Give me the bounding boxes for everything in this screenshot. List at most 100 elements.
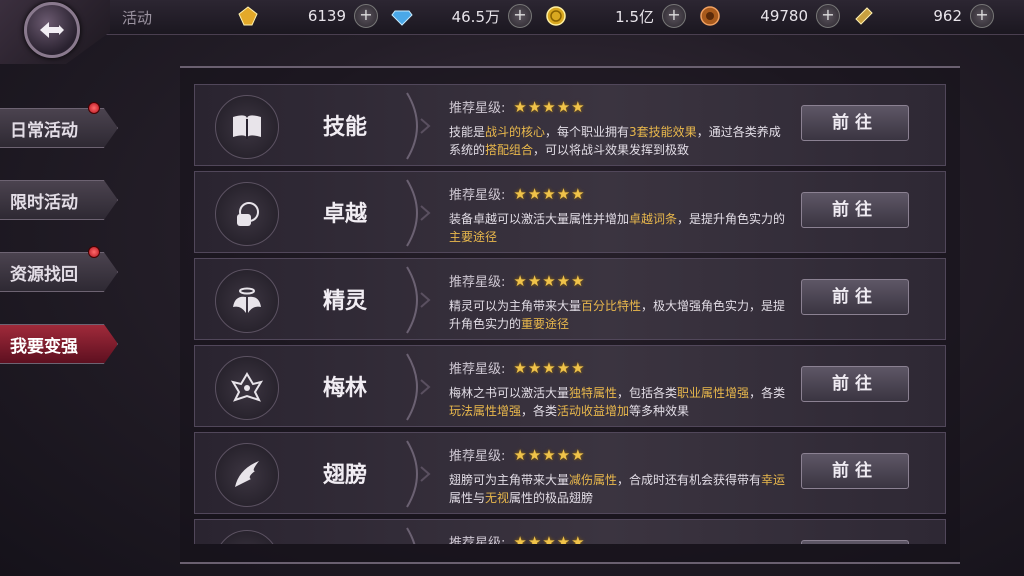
feature-row: 技能 推荐星级: ★★★★★ 技能是战斗的核心，每个职业拥有3套技能效果，通过各类养成… xyxy=(194,84,946,166)
bronze-medal-icon xyxy=(698,4,722,28)
recommend-label: 推荐星级: xyxy=(449,536,506,544)
star-rating-icon: ★★★★★ xyxy=(513,184,586,203)
description-segment: 3套技能效果 xyxy=(629,125,697,139)
go-button[interactable]: 前往 xyxy=(801,540,909,544)
description-segment: 职业属性增强 xyxy=(677,386,750,400)
description-segment: 装备卓越可以激活大量属性并增加 xyxy=(449,212,630,226)
recommend-label: 推荐星级: xyxy=(449,101,506,116)
resource-ticket: 962 + xyxy=(852,4,994,28)
fist-sun-icon xyxy=(215,182,279,246)
recommend-rating: 推荐星级: ★★★★★ xyxy=(449,184,586,204)
red-dot-badge xyxy=(88,102,100,114)
go-button[interactable]: 前往 xyxy=(801,192,909,228)
description-segment: 百分比特性 xyxy=(581,299,642,313)
description-segment: 重要途径 xyxy=(521,317,570,331)
chevron-divider-icon xyxy=(406,353,431,421)
feature-name: 梅林 xyxy=(322,375,367,401)
recommend-label: 推荐星级: xyxy=(449,362,506,377)
recommend-rating: 推荐星级: ★★★★★ xyxy=(449,358,586,378)
red-dot-badge xyxy=(88,246,100,258)
recommend-label: 推荐星级: xyxy=(449,449,506,464)
feature-row: 推荐星级: ★★★★★ 前往 xyxy=(194,519,946,544)
content-panel: 技能 推荐星级: ★★★★★ 技能是战斗的核心，每个职业拥有3套技能效果，通过各类养成… xyxy=(180,66,960,564)
recommend-rating: 推荐星级: ★★★★★ xyxy=(449,97,586,117)
add-gold-coin-button[interactable]: + xyxy=(662,4,686,28)
feature-name: 技能 xyxy=(322,114,367,140)
feature-row: 精灵 推荐星级: ★★★★★ 精灵可以为主角带来大量百分比特性，极大增强角色实力，是提… xyxy=(194,258,946,340)
add-ticket-button[interactable]: + xyxy=(970,4,994,28)
feature-row: 翅膀 推荐星级: ★★★★★ 翅膀可为主角带来大量减伤属性，合成时还有机会获得带有幸运… xyxy=(194,432,946,514)
back-arrow-icon xyxy=(40,22,64,38)
back-button[interactable] xyxy=(24,2,80,58)
description-segment: 梅林之书可以激活大量 xyxy=(449,386,570,400)
recommend-rating: 推荐星级: ★★★★★ xyxy=(449,445,586,465)
blue-diamond-icon xyxy=(390,4,414,28)
description-segment: ，合成时还有机会获得带有 xyxy=(617,473,762,487)
description-segment: 属性与 xyxy=(449,491,486,505)
description-segment: ，每个职业拥有 xyxy=(545,125,630,139)
partial-icon xyxy=(215,530,279,544)
go-button[interactable]: 前往 xyxy=(801,279,909,315)
chevron-divider-icon xyxy=(406,266,431,334)
star-rating-icon: ★★★★★ xyxy=(513,271,586,290)
go-button[interactable]: 前往 xyxy=(801,453,909,489)
go-button[interactable]: 前往 xyxy=(801,105,909,141)
description-segment: ，是提升角色实力的 xyxy=(677,212,786,226)
tab-daily-activity[interactable]: 日常活动 xyxy=(0,108,118,148)
chevron-divider-icon xyxy=(406,527,416,544)
tab-resource-recovery[interactable]: 资源找回 xyxy=(0,252,118,292)
add-diamond-button[interactable]: + xyxy=(508,4,532,28)
star-rating-icon: ★★★★★ xyxy=(513,532,586,545)
feature-name: 精灵 xyxy=(322,288,367,314)
resource-diamond: 46.5万 + xyxy=(390,4,532,28)
gold-crystal-icon xyxy=(236,4,260,28)
star-rating-icon: ★★★★★ xyxy=(513,445,586,464)
feature-description: 翅膀可为主角带来大量减伤属性，合成时还有机会获得带有幸运属性与无视属性的极品翅膀 xyxy=(449,471,789,507)
description-segment: 减伤属性 xyxy=(569,473,618,487)
feature-description: 精灵可以为主角带来大量百分比特性，极大增强角色实力，是提升角色实力的重要途径 xyxy=(449,297,789,333)
feature-description: 装备卓越可以激活大量属性并增加卓越词条，是提升角色实力的主要途径 xyxy=(449,210,789,246)
recommend-rating: 推荐星级: ★★★★★ xyxy=(449,271,586,291)
chevron-divider-icon xyxy=(406,440,431,508)
description-segment: ，包括各类 xyxy=(617,386,678,400)
emblem-icon xyxy=(215,356,279,420)
feature-name: 翅膀 xyxy=(322,462,367,488)
feature-description: 梅林之书可以激活大量独特属性，包括各类职业属性增强，各类玩法属性增强，各类活动收… xyxy=(449,384,789,420)
ticket-icon xyxy=(852,4,876,28)
feature-row: 卓越 推荐星级: ★★★★★ 装备卓越可以激活大量属性并增加卓越词条，是提升角色实力的… xyxy=(194,171,946,253)
description-segment: 战斗的核心 xyxy=(485,125,546,139)
recommend-label: 推荐星级: xyxy=(449,275,506,290)
add-medal-button[interactable]: + xyxy=(816,4,840,28)
tab-become-stronger[interactable]: 我要变强 xyxy=(0,324,118,364)
add-gold-crystal-button[interactable]: + xyxy=(354,4,378,28)
gold-coin-icon xyxy=(544,4,568,28)
description-segment: ，各类 xyxy=(521,404,558,418)
star-rating-icon: ★★★★★ xyxy=(513,97,586,116)
resource-medal: 49780 + xyxy=(698,4,840,28)
resource-gold-coin: 1.5亿 + xyxy=(544,4,686,28)
description-segment: 独特属性 xyxy=(569,386,618,400)
description-segment: 玩法属性增强 xyxy=(449,404,522,418)
description-segment: ，可以将战斗效果发挥到极致 xyxy=(533,143,690,157)
wing-icon xyxy=(215,443,279,507)
description-segment: 精灵可以为主角带来大量 xyxy=(449,299,582,313)
feature-description: 技能是战斗的核心，每个职业拥有3套技能效果，通过各类养成系统的搭配组合，可以将战… xyxy=(449,123,789,159)
recommend-label: 推荐星级: xyxy=(449,188,506,203)
description-segment: ，各类 xyxy=(749,386,786,400)
description-segment: 等多种效果 xyxy=(629,404,690,418)
description-segment: 主要途径 xyxy=(449,230,498,244)
star-rating-icon: ★★★★★ xyxy=(513,358,586,377)
description-segment: 幸运 xyxy=(761,473,786,487)
description-segment: 卓越词条 xyxy=(629,212,678,226)
description-segment: 技能是 xyxy=(449,125,486,139)
feature-row: 梅林 推荐星级: ★★★★★ 梅林之书可以激活大量独特属性，包括各类职业属性增强，各类… xyxy=(194,345,946,427)
description-segment: 搭配组合 xyxy=(485,143,534,157)
page-title: 活动 xyxy=(122,9,153,27)
description-segment: 无视 xyxy=(485,491,510,505)
recommend-rating: 推荐星级: ★★★★★ xyxy=(449,532,586,545)
go-button[interactable]: 前往 xyxy=(801,366,909,402)
chevron-divider-icon xyxy=(406,92,431,160)
feature-list[interactable]: 技能 推荐星级: ★★★★★ 技能是战斗的核心，每个职业拥有3套技能效果，通过各类养成… xyxy=(194,84,946,544)
resource-gold-crystal: 6139 + xyxy=(236,4,378,28)
tab-limited-activity[interactable]: 限时活动 xyxy=(0,180,118,220)
